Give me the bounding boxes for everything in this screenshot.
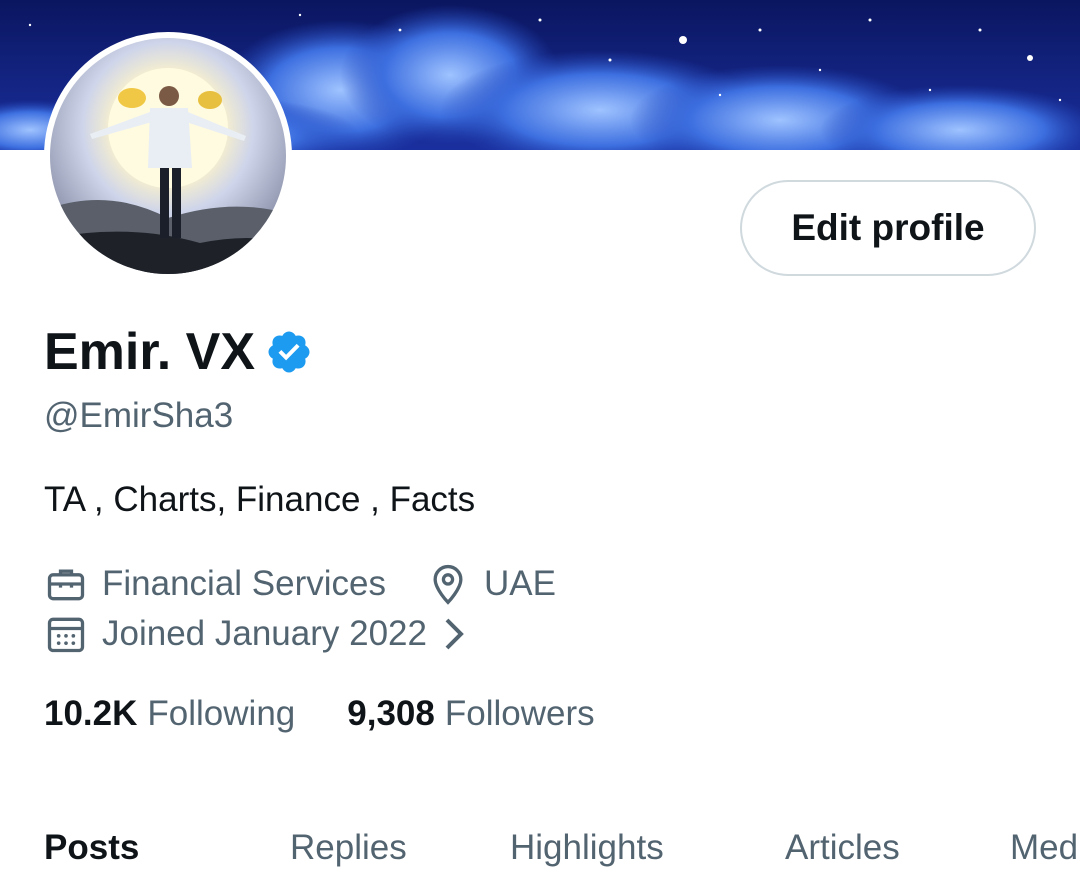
followers-link[interactable]: 9,308 Followers [347, 694, 594, 734]
profile-tabs: Posts Replies Highlights Articles Media [0, 828, 1080, 888]
tab-posts[interactable]: Posts [44, 828, 139, 868]
avatar[interactable] [44, 32, 292, 280]
followers-label: Followers [444, 694, 595, 733]
followers-count: 9,308 [347, 694, 435, 733]
following-count: 10.2K [44, 694, 138, 733]
joined-row[interactable]: Joined January 2022 [44, 612, 467, 656]
tab-replies[interactable]: Replies [290, 828, 407, 868]
profile-name-row: Emir. VX [44, 322, 313, 382]
location-text: UAE [484, 564, 556, 603]
joined-date: Joined January 2022 [102, 614, 427, 653]
tab-articles[interactable]: Articles [785, 828, 900, 868]
tab-highlights[interactable]: Highlights [510, 828, 664, 868]
avatar-image [50, 38, 286, 274]
edit-profile-button[interactable]: Edit profile [740, 180, 1036, 276]
bio: TA , Charts, Finance , Facts [44, 480, 476, 519]
calendar-icon [44, 612, 88, 656]
follow-stats: 10.2K Following 9,308 Followers [44, 694, 595, 734]
handle: @EmirSha3 [44, 396, 234, 435]
display-name: Emir. VX [44, 323, 255, 381]
following-label: Following [147, 694, 296, 733]
tab-media[interactable]: Media [1010, 828, 1080, 868]
chevron-right-icon[interactable] [443, 616, 467, 652]
verified-badge-icon[interactable] [265, 328, 313, 376]
location-pin-icon [426, 562, 470, 606]
following-link[interactable]: 10.2K Following [44, 694, 295, 734]
profile-location: UAE [426, 562, 556, 606]
profile-meta-row: Financial Services UAE [44, 562, 556, 606]
profile-category: Financial Services [102, 564, 386, 603]
briefcase-icon [44, 562, 88, 606]
